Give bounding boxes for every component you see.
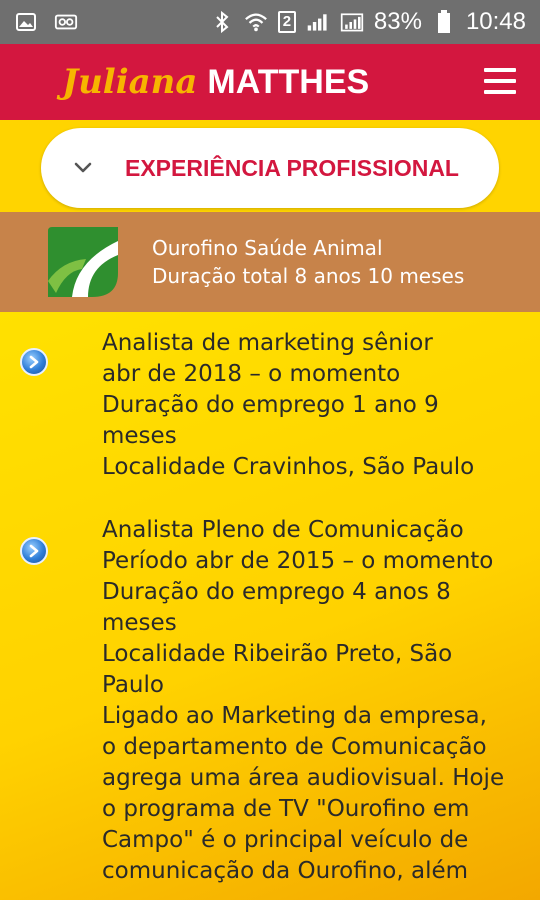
status-bar: 2 83% 10:48 [0, 0, 540, 44]
company-card: Ourofino Saúde Animal Duração total 8 an… [0, 212, 540, 312]
logo-script-text: Juliana [62, 62, 198, 102]
job-description-line: Ligado ao Marketing da empresa, [102, 703, 487, 729]
logo-bold-text: MATTHES [207, 63, 370, 101]
job-description-line: o programa de TV "Ourofino em [102, 796, 470, 822]
bluetooth-icon [210, 10, 234, 34]
job-description-line: comunicação da Ourofino, além [102, 858, 469, 884]
experience-list: Analista de marketing sênior abr de 2018… [0, 312, 540, 900]
battery-icon [432, 10, 456, 34]
job-title: Analista Pleno de Comunicação [102, 517, 464, 543]
app-logo: Juliana MATTHES [62, 62, 369, 102]
chevron-down-icon [74, 162, 92, 173]
job-duration: Duração do emprego 1 ano 9 [102, 392, 439, 418]
job-location: Localidade Cravinhos, São Paulo [102, 454, 475, 480]
section-toggle[interactable]: EXPERIÊNCIA PROFISSIONAL [41, 128, 499, 208]
arrow-right-icon[interactable] [20, 537, 48, 565]
hamburger-icon[interactable] [484, 68, 516, 94]
job-details: Analista de marketing sênior abr de 2018… [102, 328, 532, 483]
voicemail-icon [54, 10, 78, 34]
company-duration: Duração total 8 anos 10 meses [152, 264, 465, 288]
job-location-cont: Paulo [102, 672, 164, 698]
battery-percent: 83% [373, 8, 422, 35]
sim-indicator: 2 [277, 11, 296, 33]
image-icon [14, 10, 38, 34]
list-item: Analista de marketing sênior abr de 2018… [0, 328, 540, 483]
job-title: Analista de marketing sênior [102, 330, 433, 356]
job-description-line: o departamento de Comunicação [102, 734, 487, 760]
job-description-line: Campo" é o principal veículo de [102, 827, 469, 853]
job-duration-cont: meses [102, 610, 177, 636]
job-details: Analista Pleno de Comunicação Período ab… [102, 515, 532, 887]
job-location: Localidade Ribeirão Preto, São [102, 641, 453, 667]
signal-icon [306, 10, 330, 34]
app-header: Juliana MATTHES [0, 44, 540, 120]
job-period: abr de 2018 – o momento [102, 361, 401, 387]
job-duration: Duração do emprego 4 anos 8 [102, 579, 451, 605]
signal-2-icon [340, 10, 364, 34]
job-description-line: agrega uma área audiovisual. Hoje [102, 765, 505, 791]
section-title: EXPERIÊNCIA PROFISSIONAL [125, 154, 459, 181]
company-name: Ourofino Saúde Animal [152, 236, 383, 260]
job-period: Período abr de 2015 – o momento [102, 548, 494, 574]
job-duration-cont: meses [102, 423, 177, 449]
arrow-right-icon[interactable] [20, 348, 48, 376]
company-info: Ourofino Saúde Animal Duração total 8 an… [152, 234, 464, 290]
list-item: Analista Pleno de Comunicação Período ab… [0, 515, 540, 887]
wifi-icon [244, 10, 268, 34]
clock: 10:48 [465, 8, 526, 35]
company-logo-icon [48, 227, 118, 297]
